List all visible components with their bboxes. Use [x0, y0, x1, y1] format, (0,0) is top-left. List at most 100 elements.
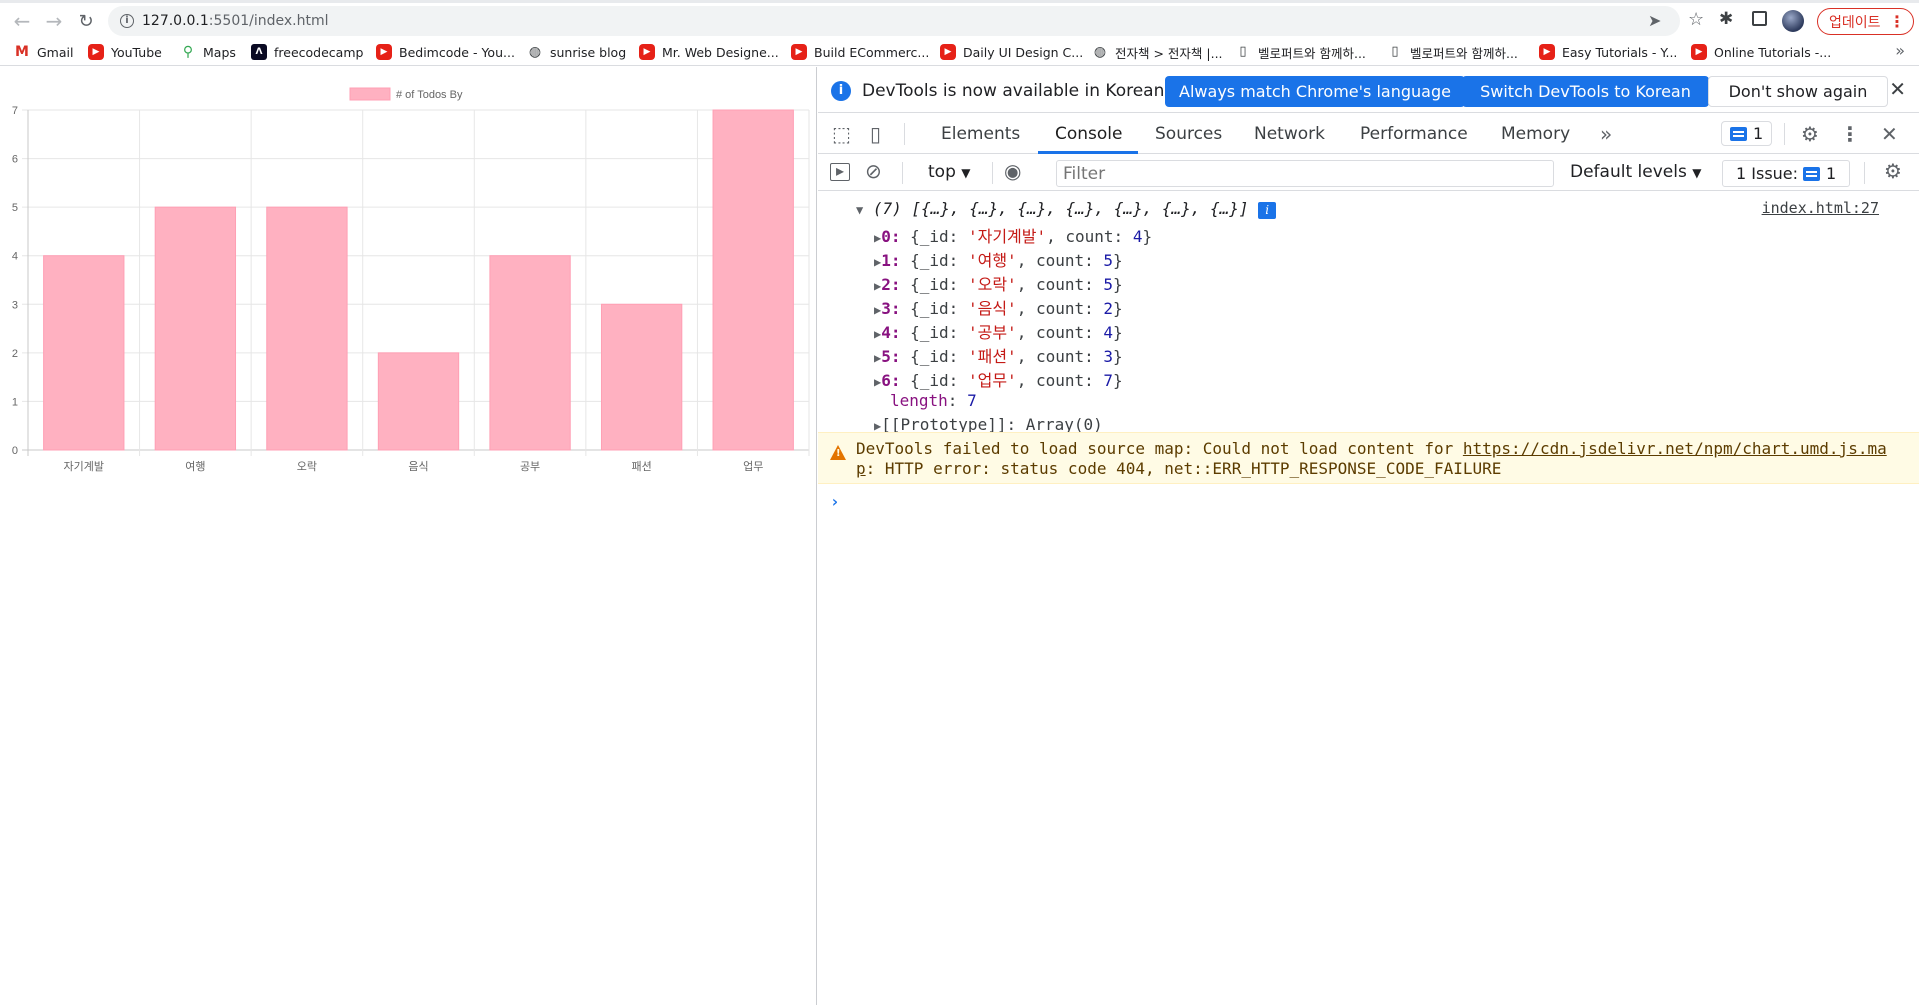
bookmark-item[interactable]: ▶ Daily UI Design C... [940, 43, 1083, 61]
array-entry-row[interactable]: ▶5: {_id: '패션', count: 3} [874, 343, 1123, 367]
close-icon[interactable]: ✕ [1889, 77, 1906, 101]
url-text[interactable]: 127.0.0.1:5501/index.html [142, 13, 329, 29]
levels-label: Default levels [1570, 162, 1687, 182]
send-tab-icon[interactable]: ➤ [1648, 11, 1661, 30]
globe-icon: ◍ [1092, 44, 1108, 60]
bookmark-item[interactable]: ▯ 벨로퍼트와 함께하... [1235, 43, 1366, 61]
chevron-down-icon: ▼ [961, 166, 971, 180]
bookmark-item[interactable]: ▶ Bedimcode - You... [376, 43, 515, 61]
tab-elements[interactable]: Elements [941, 124, 1020, 144]
switch-to-korean-button[interactable]: Switch DevTools to Korean [1462, 76, 1709, 107]
site-info-icon[interactable]: i [120, 14, 134, 28]
array-entry-row[interactable]: ▶3: {_id: '음식', count: 2} [874, 295, 1123, 319]
bookmark-item[interactable]: ▶ Mr. Web Designe... [639, 43, 779, 61]
y-tick-label: 5 [12, 202, 18, 214]
bar-chart: 0 1 2 3 4 5 6 7 자기계발 여행 오락 음식 공부 패션 업무 # of Todos By [12, 87, 810, 473]
settings-gear-icon[interactable]: ⚙ [1801, 122, 1819, 146]
bookmark-item[interactable]: ▶ YouTube [88, 43, 162, 61]
bar [489, 255, 571, 451]
bookmark-item[interactable]: ◍ sunrise blog [527, 43, 626, 61]
toolbar-divider [904, 123, 905, 145]
bookmark-label: Maps [203, 44, 236, 60]
bookmark-label: Mr. Web Designe... [662, 44, 779, 60]
issues-label: 1 Issue: [1736, 164, 1799, 183]
tab-performance[interactable]: Performance [1360, 124, 1468, 144]
bookmark-star-icon[interactable]: ☆ [1688, 9, 1704, 30]
entry-index: 6 [881, 371, 891, 390]
bookmark-item[interactable]: ⚲ Maps [180, 43, 236, 61]
youtube-icon: ▶ [376, 44, 392, 60]
array-log-row[interactable]: ▼ (7) [{…}, {…}, {…}, {…}, {…}, {…}, {…}… [856, 199, 1277, 219]
warning-text: DevTools failed to load source map: Coul… [856, 439, 1896, 479]
warning-message-row: DevTools failed to load source map: Coul… [818, 432, 1919, 484]
address-bar[interactable]: i 127.0.0.1:5501/index.html ➤ ☆ [108, 6, 1704, 36]
url-host: 127.0.0.1 [142, 13, 209, 29]
y-tick-label: 3 [12, 299, 18, 311]
profile-avatar[interactable] [1782, 10, 1804, 32]
extensions-puzzle-icon[interactable]: ✱ [1719, 9, 1733, 29]
kebab-menu-icon[interactable]: ⋮ [1840, 122, 1860, 146]
bookmark-label: Bedimcode - You... [399, 44, 515, 60]
back-arrow-icon[interactable]: ← [8, 7, 36, 35]
array-entry-row[interactable]: ▶4: {_id: '공부', count: 4} [874, 319, 1123, 343]
side-panel-icon[interactable] [1752, 11, 1767, 26]
inspect-element-icon[interactable]: ⬚ [832, 122, 851, 146]
entry-count: 4 [1103, 323, 1114, 342]
more-bookmarks-icon[interactable]: » [1895, 41, 1905, 60]
youtube-icon: ▶ [791, 44, 807, 60]
bookmark-item[interactable]: ▶ Build ECommerc... [791, 43, 929, 61]
bookmark-item[interactable]: ▶ Easy Tutorials - Y... [1539, 43, 1677, 61]
reload-icon[interactable]: ↻ [72, 7, 100, 35]
tab-console[interactable]: Console [1055, 124, 1123, 144]
messages-badge[interactable]: 1 [1721, 121, 1773, 146]
console-filter-input[interactable] [1056, 160, 1554, 187]
x-tick-label: 자기계발 [64, 460, 104, 473]
bar [43, 255, 125, 451]
globe-icon: ◍ [527, 44, 543, 60]
dont-show-again-button[interactable]: Don't show again [1708, 76, 1888, 107]
chrome-menu-icon[interactable]: ⋮ [1889, 12, 1905, 31]
freecodecamp-icon: Λ [251, 44, 267, 60]
entry-count: 2 [1103, 299, 1114, 318]
more-tabs-icon[interactable]: » [1600, 122, 1612, 146]
always-match-language-button[interactable]: Always match Chrome's language [1165, 76, 1465, 107]
bookmark-item[interactable]: ▯ 벨로퍼트와 함께하... [1387, 43, 1518, 61]
array-entry-row[interactable]: ▶6: {_id: '업무', count: 7} [874, 367, 1123, 391]
tab-sources[interactable]: Sources [1155, 124, 1222, 144]
bookmark-label: Online Tutorials -... [1714, 44, 1832, 60]
youtube-icon: ▶ [639, 44, 655, 60]
expand-triangle-icon[interactable]: ▼ [856, 203, 863, 217]
array-entry-row[interactable]: ▶0: {_id: '자기계발', count: 4} [874, 223, 1152, 247]
bookmark-item[interactable]: M Gmail [14, 43, 73, 61]
bookmark-label: Build ECommerc... [814, 44, 930, 60]
live-expression-eye-icon[interactable]: ◉ [1004, 159, 1021, 183]
source-link[interactable]: index.html:27 [1762, 199, 1879, 217]
active-tab-indicator [1038, 151, 1138, 154]
clear-console-icon[interactable]: ⊘ [865, 159, 882, 183]
bookmark-item[interactable]: ▶ Online Tutorials -... [1691, 43, 1831, 61]
update-button[interactable]: 업데이트 ⋮ [1817, 8, 1914, 35]
entry-count: 7 [1103, 371, 1114, 390]
length-label: length [890, 391, 948, 410]
entry-count: 5 [1103, 275, 1114, 294]
log-levels-dropdown[interactable]: Default levels ▼ [1570, 162, 1701, 182]
tab-memory[interactable]: Memory [1501, 124, 1570, 144]
array-entry-row[interactable]: ▶1: {_id: '여행', count: 5} [874, 247, 1123, 271]
issues-button[interactable]: 1 Issue: 1 [1722, 160, 1850, 187]
array-entry-row[interactable]: ▶2: {_id: '오락', count: 5} [874, 271, 1123, 295]
sidebar-toggle-icon[interactable]: ▸ [830, 163, 850, 181]
context-select[interactable]: top ▼ [928, 162, 971, 182]
console-prompt[interactable]: › [830, 492, 840, 511]
bookmark-label: Daily UI Design C... [963, 44, 1084, 60]
y-tick-label: 1 [12, 396, 18, 408]
bookmark-item[interactable]: ◍ 전자책 > 전자책 |... [1092, 43, 1223, 61]
toolbar-divider [1864, 162, 1865, 184]
bookmark-item[interactable]: Λfreecodecamp [251, 43, 363, 61]
bar [600, 303, 683, 451]
tab-network[interactable]: Network [1254, 124, 1325, 144]
console-settings-gear-icon[interactable]: ⚙ [1884, 159, 1902, 183]
close-devtools-icon[interactable]: ✕ [1881, 122, 1898, 146]
forward-arrow-icon[interactable]: → [40, 7, 68, 35]
chevron-down-icon: ▼ [1692, 166, 1702, 180]
device-toolbar-icon[interactable]: ▯ [870, 122, 881, 146]
